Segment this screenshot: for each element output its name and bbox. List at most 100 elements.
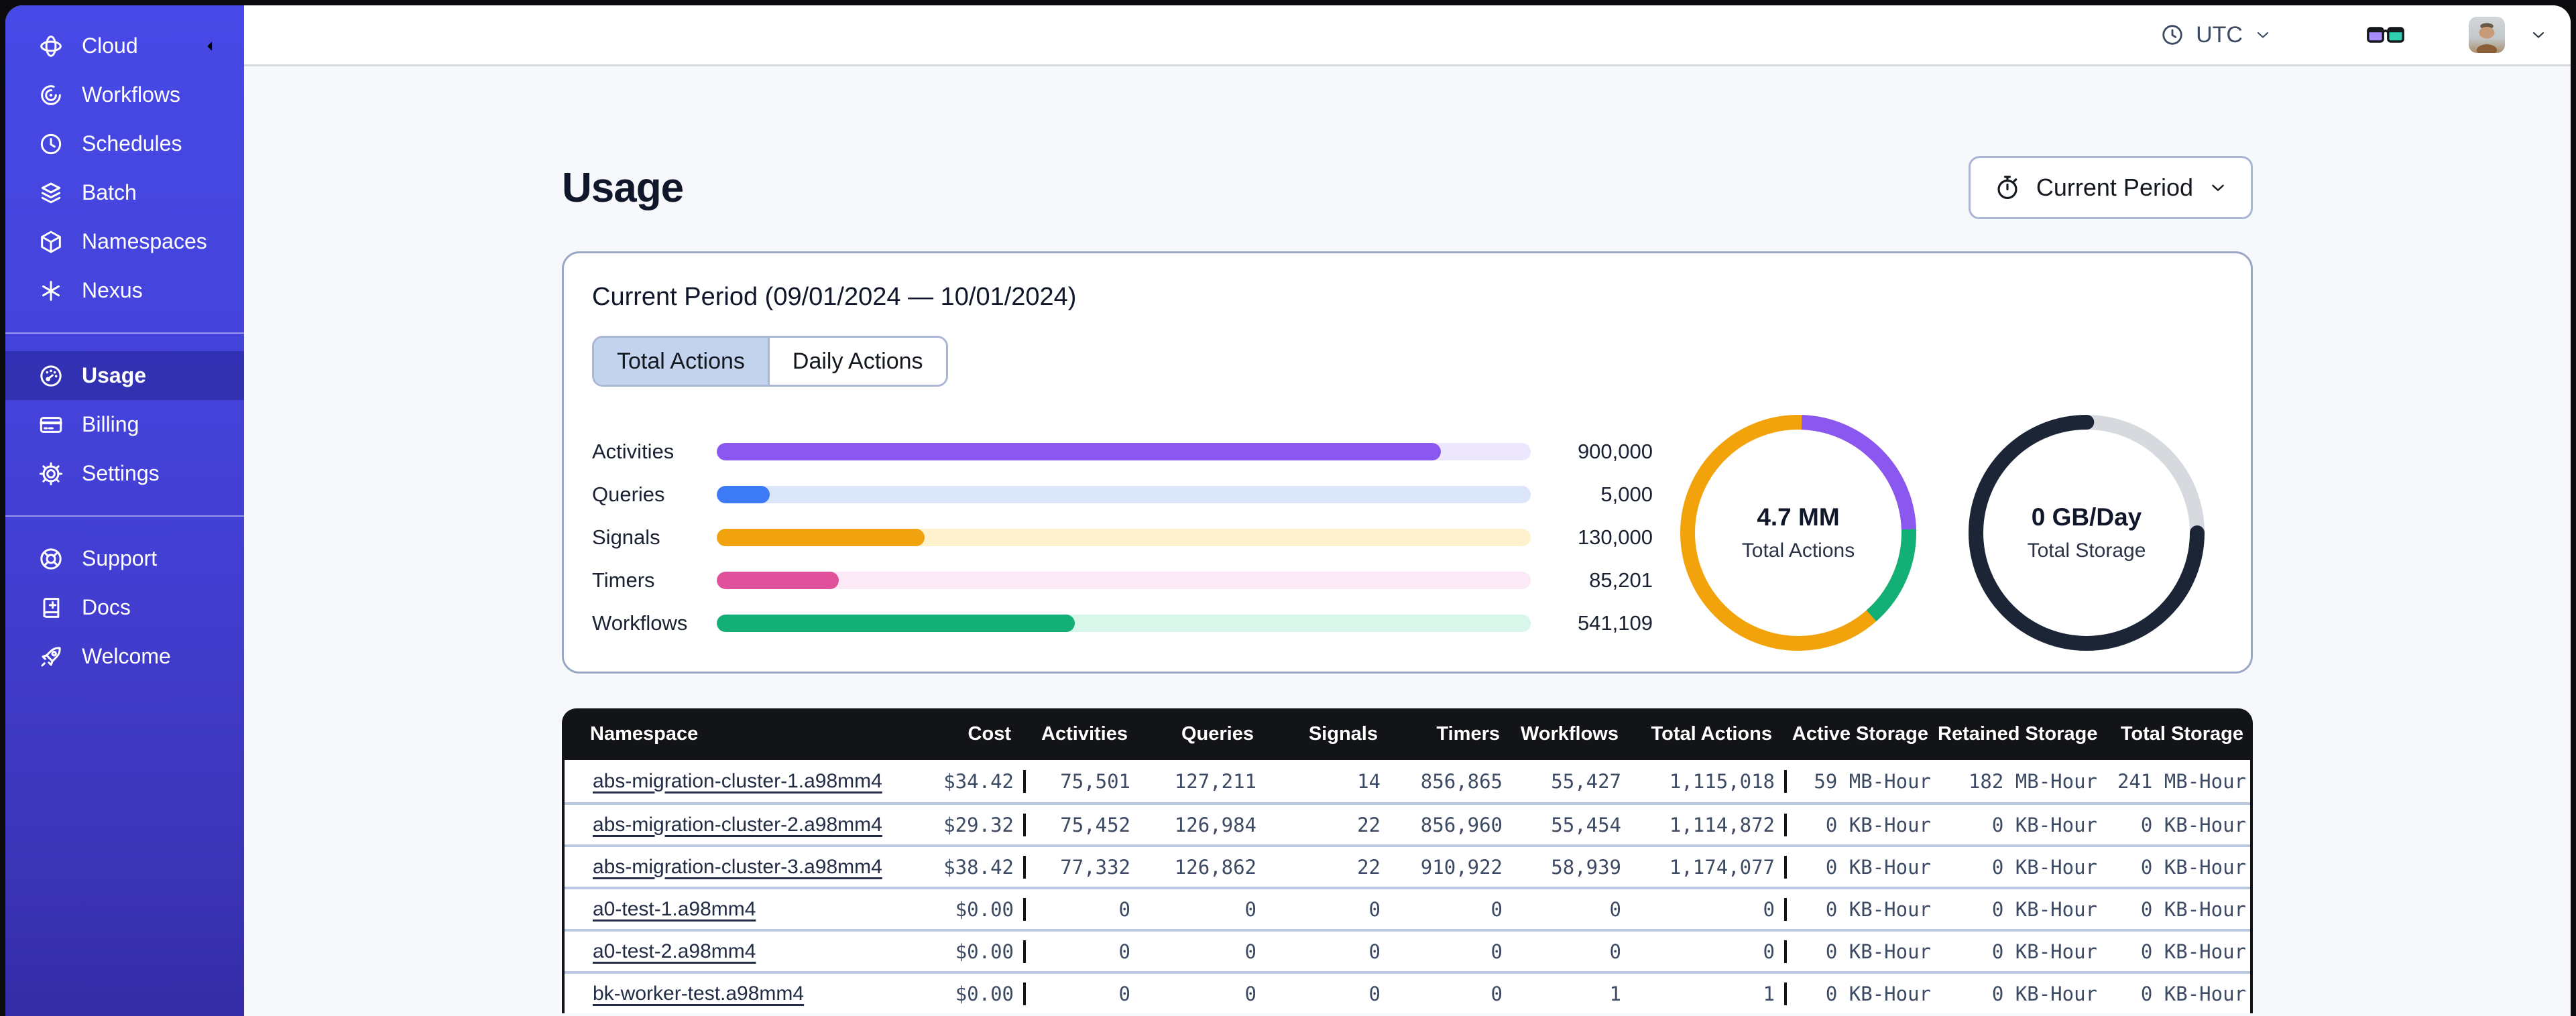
glasses-icon [2367,27,2404,43]
cell-cost: $0.00 [955,982,1014,1005]
app-window: Cloud Workflows Schedules Batch Namespac… [5,5,2571,1016]
cell-timers: 0 [1490,897,1503,921]
bar-fill [717,443,1442,460]
cell-timers: 910,922 [1420,855,1503,879]
cell-workflows: 0 [1609,940,1621,963]
sidebar-item-schedules[interactable]: Schedules [5,119,244,168]
sidebar-item-label: Docs [82,595,131,619]
tab-total-actions[interactable]: Total Actions [594,338,768,385]
bar-track [717,486,1531,503]
current-period-card: Current Period (09/01/2024 — 10/01/2024)… [562,251,2253,674]
bar-value: 900,000 [1577,440,1653,463]
sidebar-item-label: Nexus [82,278,143,302]
namespaces-icon [41,231,61,253]
sidebar-item-billing[interactable]: Billing [5,400,244,449]
chevron-down-icon [2212,184,2224,191]
cell-active-storage: 59 MB-Hour [1784,769,1940,793]
bar-label: Queries [592,483,665,506]
sidebar-item-settings[interactable]: Settings [5,449,244,498]
feedback-glasses-button[interactable] [2366,21,2405,48]
cell-active-storage: 0 KB-Hour [1784,855,1940,879]
table-row: bk-worker-test.a98mm4 $0.00 0 0 0 0 1 1 … [565,971,2250,1013]
sidebar-item-nexus[interactable]: Nexus [5,266,244,315]
sidebar-item-namespaces[interactable]: Namespaces [5,217,244,266]
column-header-timers: Timers [1436,723,1500,745]
cell-activities: 77,332 [1023,855,1140,879]
total-actions-donut: 4.7 MM Total Actions [1678,413,1918,653]
cell-workflows: 1 [1609,982,1621,1005]
cell-total-actions: 1,114,872 [1669,813,1775,836]
table-row: a0-test-2.a98mm4 $0.00 0 0 0 0 0 0 0 KB-… [565,929,2250,971]
bar-track [717,615,1531,632]
sidebar-item-docs[interactable]: Docs [5,583,244,632]
billing-card-icon [40,416,62,433]
docs-book-icon [43,597,60,618]
nexus-icon [42,280,60,301]
cell-retained-storage: 0 KB-Hour [1991,897,2097,921]
namespace-link[interactable]: a0-test-1.a98mm4 [593,898,756,920]
namespace-link[interactable]: bk-worker-test.a98mm4 [593,982,804,1005]
sidebar: Cloud Workflows Schedules Batch Namespac… [5,5,244,1016]
batch-icon [41,182,61,203]
bar-track [717,572,1531,589]
donut-label: Total Storage [2027,539,2146,562]
sidebar-item-label: Billing [82,412,139,436]
sidebar-brand-label: Cloud [82,34,138,58]
namespace-link[interactable]: abs-migration-cluster-3.a98mm4 [593,856,882,878]
sidebar-item-batch[interactable]: Batch [5,168,244,217]
cell-workflows: 0 [1609,897,1621,921]
cell-total-storage: 0 KB-Hour [2140,982,2246,1005]
cell-total-actions: 0 [1763,940,1775,963]
sidebar-divider [5,332,244,334]
page-title: Usage [562,164,684,211]
timezone-selector[interactable]: UTC [2160,22,2272,48]
bar-value: 130,000 [1577,525,1653,549]
sidebar-item-label: Batch [82,180,137,204]
account-menu[interactable] [2469,17,2548,53]
bar-fill [717,529,925,546]
column-header-total-storage: Total Storage [2120,723,2243,745]
workflows-icon [41,84,61,105]
main-area: UTC Usage Current Period Current Period … [244,5,2571,1016]
cell-total-storage: 0 KB-Hour [2140,897,2246,921]
chevron-left-icon[interactable] [200,36,220,56]
settings-gear-icon [39,462,63,485]
sidebar-brand-cloud[interactable]: Cloud [5,21,244,70]
sidebar-item-support[interactable]: Support [5,534,244,583]
cell-active-storage: 0 KB-Hour [1784,897,1940,921]
bar-value: 85,201 [1589,568,1653,592]
cell-timers: 0 [1490,940,1503,963]
support-lifebuoy-icon [40,548,62,570]
sidebar-item-workflows[interactable]: Workflows [5,70,244,119]
timezone-label: UTC [2196,21,2243,48]
sidebar-item-label: Workflows [82,82,180,107]
cell-workflows: 55,427 [1551,769,1621,793]
sidebar-item-welcome[interactable]: Welcome [5,632,244,681]
cell-timers: 856,865 [1420,769,1503,793]
cell-active-storage: 0 KB-Hour [1784,813,1940,836]
tab-daily-actions[interactable]: Daily Actions [767,338,946,385]
donut-value: 4.7 MM [1757,503,1840,531]
sidebar-item-label: Schedules [82,131,182,155]
namespace-usage-table: Namespace Cost Activities Queries Signal… [562,708,2253,1013]
user-avatar[interactable] [2469,17,2505,53]
namespace-link[interactable]: abs-migration-cluster-1.a98mm4 [593,770,882,792]
cell-activities: 0 [1023,982,1140,1005]
column-header-workflows: Workflows [1520,723,1619,745]
cell-activities: 75,501 [1023,769,1140,793]
card-title: Current Period (09/01/2024 — 10/01/2024) [592,283,1077,311]
cell-queries: 0 [1244,940,1256,963]
cell-queries: 126,862 [1174,855,1256,879]
chevron-down-icon [2257,32,2269,38]
sidebar-item-usage[interactable]: Usage [5,351,244,400]
namespace-link[interactable]: a0-test-2.a98mm4 [593,940,756,962]
period-selector-button[interactable]: Current Period [1968,156,2253,219]
cell-signals: 14 [1357,769,1381,793]
cell-activities: 75,452 [1023,813,1140,836]
cell-signals: 22 [1357,813,1381,836]
cell-total-storage: 0 KB-Hour [2140,940,2246,963]
cell-retained-storage: 0 KB-Hour [1991,982,2097,1005]
cell-cost: $29.32 [943,813,1014,836]
bar-label: Workflows [592,611,688,635]
namespace-link[interactable]: abs-migration-cluster-2.a98mm4 [593,814,882,836]
